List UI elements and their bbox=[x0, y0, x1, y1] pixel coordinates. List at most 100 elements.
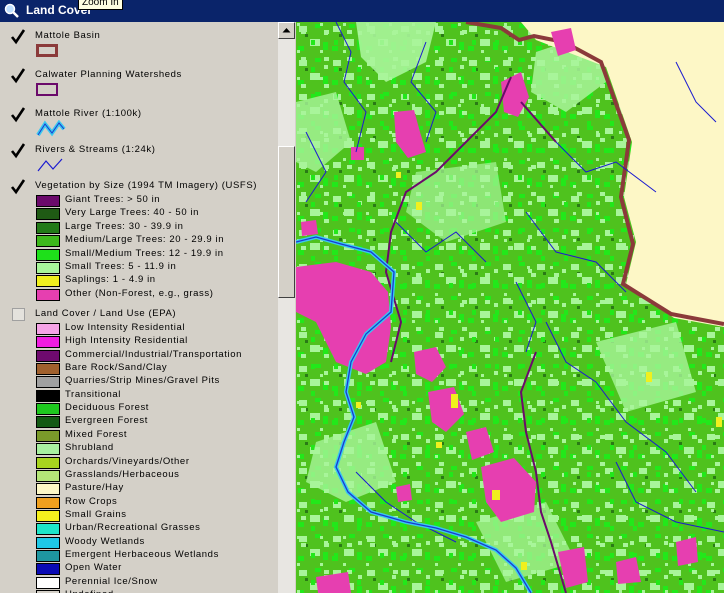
legend-class-item: Giant Trees: > 50 in bbox=[36, 194, 276, 207]
legend-swatch bbox=[36, 403, 60, 416]
land-cover-map[interactable] bbox=[296, 22, 724, 593]
layer-checkbox[interactable] bbox=[10, 68, 26, 84]
legend-swatch bbox=[36, 496, 60, 509]
legend-class-label: Bare Rock/Sand/Clay bbox=[65, 362, 168, 374]
legend-swatch bbox=[36, 221, 60, 234]
legend-scrollbar[interactable] bbox=[278, 22, 295, 593]
legend-class-label: Grasslands/Herbaceous bbox=[65, 468, 180, 480]
legend-class-label: Evergreen Forest bbox=[65, 415, 148, 427]
legend-swatch bbox=[36, 323, 60, 335]
legend-class-label: Giant Trees: > 50 in bbox=[65, 194, 161, 205]
legend-class-label: Mixed Forest bbox=[65, 428, 128, 440]
legend-class-item: Evergreen Forest bbox=[36, 415, 276, 429]
legend-panel: Mattole Basin Calwater Planning Watershe… bbox=[0, 22, 279, 593]
legend-swatch bbox=[36, 275, 60, 288]
legend-class-label: High Intensity Residential bbox=[65, 335, 188, 347]
legend-swatch bbox=[36, 262, 60, 274]
legend-class-item: Woody Wetlands bbox=[36, 536, 276, 549]
layer-name: Mattole Basin bbox=[35, 30, 101, 41]
scroll-up-button[interactable] bbox=[278, 22, 295, 39]
stream-line-symbol bbox=[37, 158, 63, 172]
legend-class-label: Deciduous Forest bbox=[65, 402, 150, 414]
legend-swatch bbox=[36, 509, 60, 522]
legend-class-label: Low Intensity Residential bbox=[65, 322, 186, 333]
zoom-in-icon[interactable] bbox=[4, 3, 19, 18]
legend-swatch bbox=[36, 416, 60, 429]
legend-class-label: Small/Medium Trees: 12 - 19.9 in bbox=[65, 247, 224, 259]
legend-class-item: Perennial Ice/Snow bbox=[36, 576, 276, 589]
legend-class-item: Deciduous Forest bbox=[36, 402, 276, 416]
legend-class-item: Orchards/Vineyards/Other bbox=[36, 456, 276, 469]
legend-class-label: Shrubland bbox=[65, 442, 114, 454]
layer-checkbox[interactable] bbox=[12, 308, 25, 321]
legend-swatch bbox=[36, 389, 60, 402]
legend-swatch bbox=[36, 363, 60, 376]
layer-name: Vegetation by Size (1994 TM Imagery) (US… bbox=[35, 180, 258, 191]
layer-checkbox[interactable] bbox=[10, 179, 26, 195]
legend-class-item: Very Large Trees: 40 - 50 in bbox=[36, 207, 276, 221]
legend-swatch bbox=[36, 208, 60, 221]
legend-class-label: Row Crops bbox=[65, 495, 118, 507]
legend-class-item: Transitional bbox=[36, 389, 276, 402]
map-view[interactable] bbox=[296, 22, 724, 593]
legend-class-label: Large Trees: 30 - 39.9 in bbox=[65, 220, 184, 232]
legend-class-item: Small Grains bbox=[36, 509, 276, 522]
watershed-outline-symbol bbox=[36, 83, 58, 96]
layer-name: Calwater Planning Watersheds bbox=[35, 69, 182, 80]
scroll-thumb[interactable] bbox=[278, 146, 295, 298]
legend-class-item: Bare Rock/Sand/Clay bbox=[36, 362, 276, 376]
legend-class-label: Undefined bbox=[65, 589, 114, 593]
legend-class-item: Other (Non-Forest, e.g., grass) bbox=[36, 288, 276, 301]
layer-name: Mattole River (1:100k) bbox=[35, 108, 142, 119]
legend-class-label: Very Large Trees: 40 - 50 in bbox=[65, 207, 200, 219]
legend-swatch bbox=[36, 248, 60, 261]
legend-class-label: Other (Non-Forest, e.g., grass) bbox=[65, 287, 214, 299]
layer-checkbox[interactable] bbox=[10, 143, 26, 159]
legend-swatch bbox=[36, 456, 60, 469]
legend-class-label: Urban/Recreational Grasses bbox=[65, 522, 201, 534]
legend-class-item: Mixed Forest bbox=[36, 429, 276, 442]
legend-class-label: Pasture/Hay bbox=[65, 482, 124, 494]
legend-class-item: Row Crops bbox=[36, 496, 276, 509]
basin-outline-symbol bbox=[36, 44, 58, 57]
legend-swatch bbox=[36, 235, 60, 248]
legend-class-item: Emergent Herbaceous Wetlands bbox=[36, 549, 276, 562]
legend-swatch bbox=[36, 563, 60, 576]
legend-swatch bbox=[36, 429, 60, 442]
legend-class-item: High Intensity Residential bbox=[36, 335, 276, 349]
legend-class-item: Low Intensity Residential bbox=[36, 322, 276, 335]
legend-class-item: Quarries/Strip Mines/Gravel Pits bbox=[36, 375, 276, 389]
legend-class-label: Orchards/Vineyards/Other bbox=[65, 455, 190, 467]
legend-class-label: Open Water bbox=[65, 562, 122, 574]
legend-class-item: Pasture/Hay bbox=[36, 482, 276, 496]
legend-class-label: Woody Wetlands bbox=[65, 535, 145, 547]
legend-swatch bbox=[36, 336, 60, 349]
legend-class-item: Grasslands/Herbaceous bbox=[36, 469, 276, 482]
legend-swatch bbox=[36, 523, 60, 536]
legend-class-label: Quarries/Strip Mines/Gravel Pits bbox=[65, 375, 220, 387]
title-bar: Land Cover Zoom In bbox=[0, 0, 724, 22]
legend-class-label: Small Trees: 5 - 11.9 in bbox=[65, 261, 177, 272]
legend-class-label: Saplings: 1 - 4.9 in bbox=[65, 274, 156, 286]
legend-class-item: Open Water bbox=[36, 562, 276, 576]
legend-class-item: Medium/Large Trees: 20 - 29.9 in bbox=[36, 234, 276, 248]
legend-class-item: Shrubland bbox=[36, 442, 276, 456]
legend-swatch bbox=[36, 349, 60, 362]
legend-class-label: Commercial/Industrial/Transportation bbox=[65, 348, 242, 360]
legend-swatch bbox=[36, 469, 60, 482]
legend-swatch bbox=[36, 536, 60, 549]
legend-class-label: Medium/Large Trees: 20 - 29.9 in bbox=[65, 234, 225, 246]
legend-swatch bbox=[36, 288, 60, 301]
legend-swatch bbox=[36, 443, 60, 456]
legend-class-item: Large Trees: 30 - 39.9 in bbox=[36, 221, 276, 234]
layer-name: Land Cover / Land Use (EPA) bbox=[35, 308, 177, 319]
legend-class-item: Small Trees: 5 - 11.9 in bbox=[36, 261, 276, 274]
layer-checkbox[interactable] bbox=[10, 107, 26, 123]
layer-name: Rivers & Streams (1:24k) bbox=[35, 144, 156, 155]
legend-class-item: Commercial/Industrial/Transportation bbox=[36, 349, 276, 362]
legend-class-item: Urban/Recreational Grasses bbox=[36, 522, 276, 536]
layer-checkbox[interactable] bbox=[10, 29, 26, 45]
legend-swatch bbox=[36, 195, 60, 207]
legend-swatch bbox=[36, 376, 60, 389]
legend-class-label: Small Grains bbox=[65, 508, 127, 520]
